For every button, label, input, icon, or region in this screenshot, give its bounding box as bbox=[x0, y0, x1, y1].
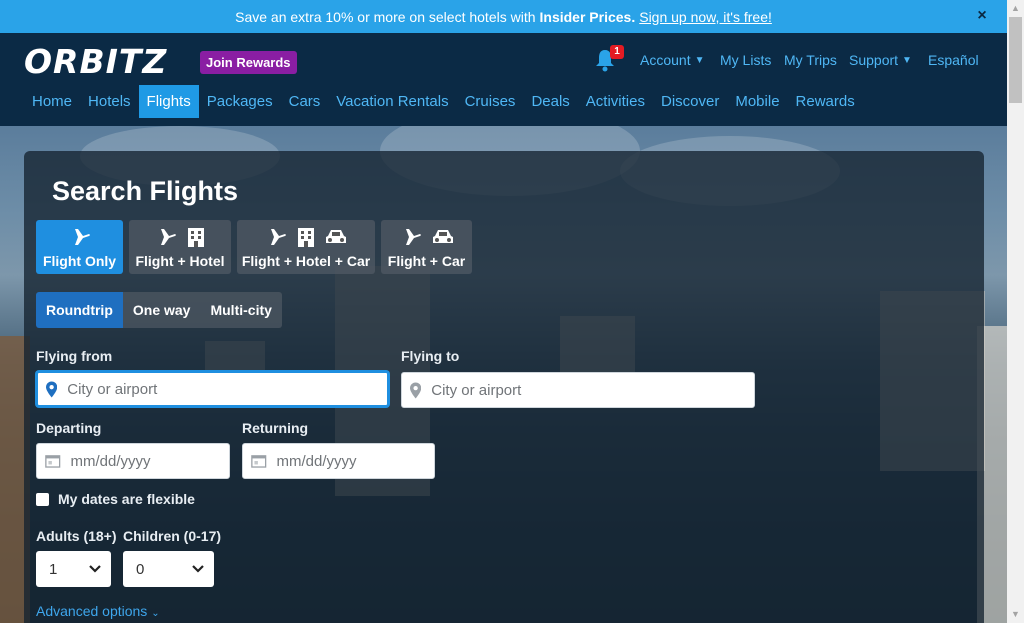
tab-flight-only[interactable]: Flight Only bbox=[36, 220, 123, 274]
nav-flights[interactable]: Flights bbox=[138, 85, 199, 118]
departing-field[interactable] bbox=[36, 443, 230, 479]
chevron-down-icon: ▼ bbox=[902, 54, 912, 66]
flying-to-label: Flying to bbox=[401, 348, 460, 364]
returning-label: Returning bbox=[242, 420, 309, 436]
join-rewards-button[interactable]: Join Rewards bbox=[200, 51, 297, 74]
departing-label: Departing bbox=[36, 420, 102, 436]
support-menu[interactable]: Support ▼ bbox=[849, 52, 912, 68]
tab-flight-car[interactable]: Flight + Car bbox=[381, 220, 472, 274]
my-trips-link[interactable]: My Trips bbox=[784, 52, 837, 68]
checkbox-box[interactable] bbox=[36, 492, 49, 506]
chevron-down-icon: ⌄ bbox=[151, 608, 160, 619]
calendar-icon bbox=[45, 455, 61, 468]
chevron-down-icon bbox=[192, 565, 204, 573]
notification-count: 1 bbox=[610, 45, 624, 59]
logo-text: ORBITZ bbox=[24, 42, 168, 81]
orbitz-logo[interactable]: ORBITZ bbox=[24, 45, 167, 79]
support-label: Support bbox=[849, 52, 899, 68]
nav-rewards[interactable]: Rewards bbox=[788, 85, 863, 118]
pin-icon bbox=[46, 381, 58, 397]
tab-flight-hotel-car[interactable]: Flight + Hotel + Car bbox=[237, 220, 375, 274]
tab-label: Flight + Hotel + Car bbox=[241, 252, 371, 269]
car-icon bbox=[326, 229, 346, 243]
adults-select[interactable]: 1 bbox=[36, 551, 111, 587]
nav-mobile[interactable]: Mobile bbox=[727, 85, 787, 118]
promo-signup-link[interactable]: Sign up now, it's free! bbox=[639, 9, 772, 25]
espanol-link[interactable]: Español bbox=[928, 52, 979, 68]
nav-deals[interactable]: Deals bbox=[523, 85, 577, 118]
search-panel: Search Flights Flight Only Flight + Hote… bbox=[24, 151, 984, 623]
adults-value: 1 bbox=[49, 560, 58, 578]
plane-icon bbox=[401, 228, 421, 245]
hotel-icon bbox=[188, 227, 204, 247]
children-value: 0 bbox=[136, 560, 145, 578]
account-label: Account bbox=[640, 52, 691, 68]
scroll-down-arrow[interactable]: ▼ bbox=[1007, 606, 1024, 623]
departing-input[interactable] bbox=[70, 452, 229, 470]
tab-roundtrip[interactable]: Roundtrip bbox=[36, 292, 123, 328]
chevron-down-icon: ▼ bbox=[694, 54, 705, 66]
product-tabs: Flight Only Flight + Hotel Flight + Hote… bbox=[36, 220, 472, 274]
plane-icon bbox=[70, 228, 90, 245]
account-menu[interactable]: Account ▼ bbox=[640, 52, 705, 68]
tab-label: Flight + Car bbox=[387, 252, 466, 269]
my-lists-link[interactable]: My Lists bbox=[720, 52, 771, 68]
returning-input[interactable] bbox=[276, 452, 434, 470]
flying-from-input[interactable] bbox=[67, 380, 387, 398]
nav-packages[interactable]: Packages bbox=[199, 85, 281, 118]
children-select[interactable]: 0 bbox=[123, 551, 214, 587]
nav-cars[interactable]: Cars bbox=[281, 85, 329, 118]
flying-to-field[interactable] bbox=[401, 372, 755, 408]
promo-text: Save an extra 10% or more on select hote… bbox=[235, 8, 536, 25]
advanced-options-link[interactable]: Advanced options ⌄ bbox=[36, 603, 160, 619]
nav-hotels[interactable]: Hotels bbox=[80, 85, 139, 118]
page-scrollbar[interactable]: ▲ ▼ bbox=[1007, 0, 1024, 623]
nav-cruises[interactable]: Cruises bbox=[457, 85, 524, 118]
tab-label: Flight Only bbox=[42, 252, 117, 269]
flying-from-field[interactable] bbox=[36, 371, 389, 407]
main-nav: Home Hotels Flights Packages Cars Vacati… bbox=[24, 85, 863, 118]
site-header: ORBITZ Join Rewards 1 Account ▼ My Lists… bbox=[0, 33, 1007, 126]
page-title: Search Flights bbox=[52, 176, 239, 206]
tab-flight-hotel[interactable]: Flight + Hotel bbox=[129, 220, 231, 274]
flexible-dates-checkbox[interactable]: My dates are flexible bbox=[36, 491, 195, 507]
hotel-icon bbox=[298, 227, 314, 247]
plane-icon bbox=[157, 228, 176, 245]
tab-label: Flight + Hotel bbox=[135, 252, 225, 269]
returning-field[interactable] bbox=[242, 443, 435, 479]
children-label: Children (0-17) bbox=[123, 528, 222, 544]
flying-from-label: Flying from bbox=[36, 348, 113, 364]
close-icon[interactable]: × bbox=[973, 7, 991, 25]
trip-type-tabs: Roundtrip One way Multi-city bbox=[36, 292, 282, 328]
car-icon bbox=[432, 229, 453, 243]
nav-activities[interactable]: Activities bbox=[578, 85, 653, 118]
flexible-dates-label: My dates are flexible bbox=[58, 491, 195, 507]
advanced-options-label: Advanced options bbox=[36, 603, 148, 619]
chevron-down-icon bbox=[89, 565, 101, 573]
flying-to-input[interactable] bbox=[431, 381, 754, 399]
nav-vacation-rentals[interactable]: Vacation Rentals bbox=[328, 85, 456, 118]
plane-icon bbox=[267, 228, 286, 245]
adults-label: Adults (18+) bbox=[36, 528, 117, 544]
nav-home[interactable]: Home bbox=[24, 85, 80, 118]
calendar-icon bbox=[251, 455, 267, 468]
pin-icon bbox=[410, 382, 422, 398]
promo-bold: Insider Prices. bbox=[539, 8, 636, 25]
scroll-up-arrow[interactable]: ▲ bbox=[1007, 0, 1024, 17]
nav-discover[interactable]: Discover bbox=[653, 85, 727, 118]
scroll-thumb[interactable] bbox=[1009, 17, 1022, 103]
tab-one-way[interactable]: One way bbox=[122, 292, 201, 328]
tab-multi-city[interactable]: Multi-city bbox=[200, 292, 282, 328]
promo-banner: Save an extra 10% or more on select hote… bbox=[0, 0, 1007, 33]
